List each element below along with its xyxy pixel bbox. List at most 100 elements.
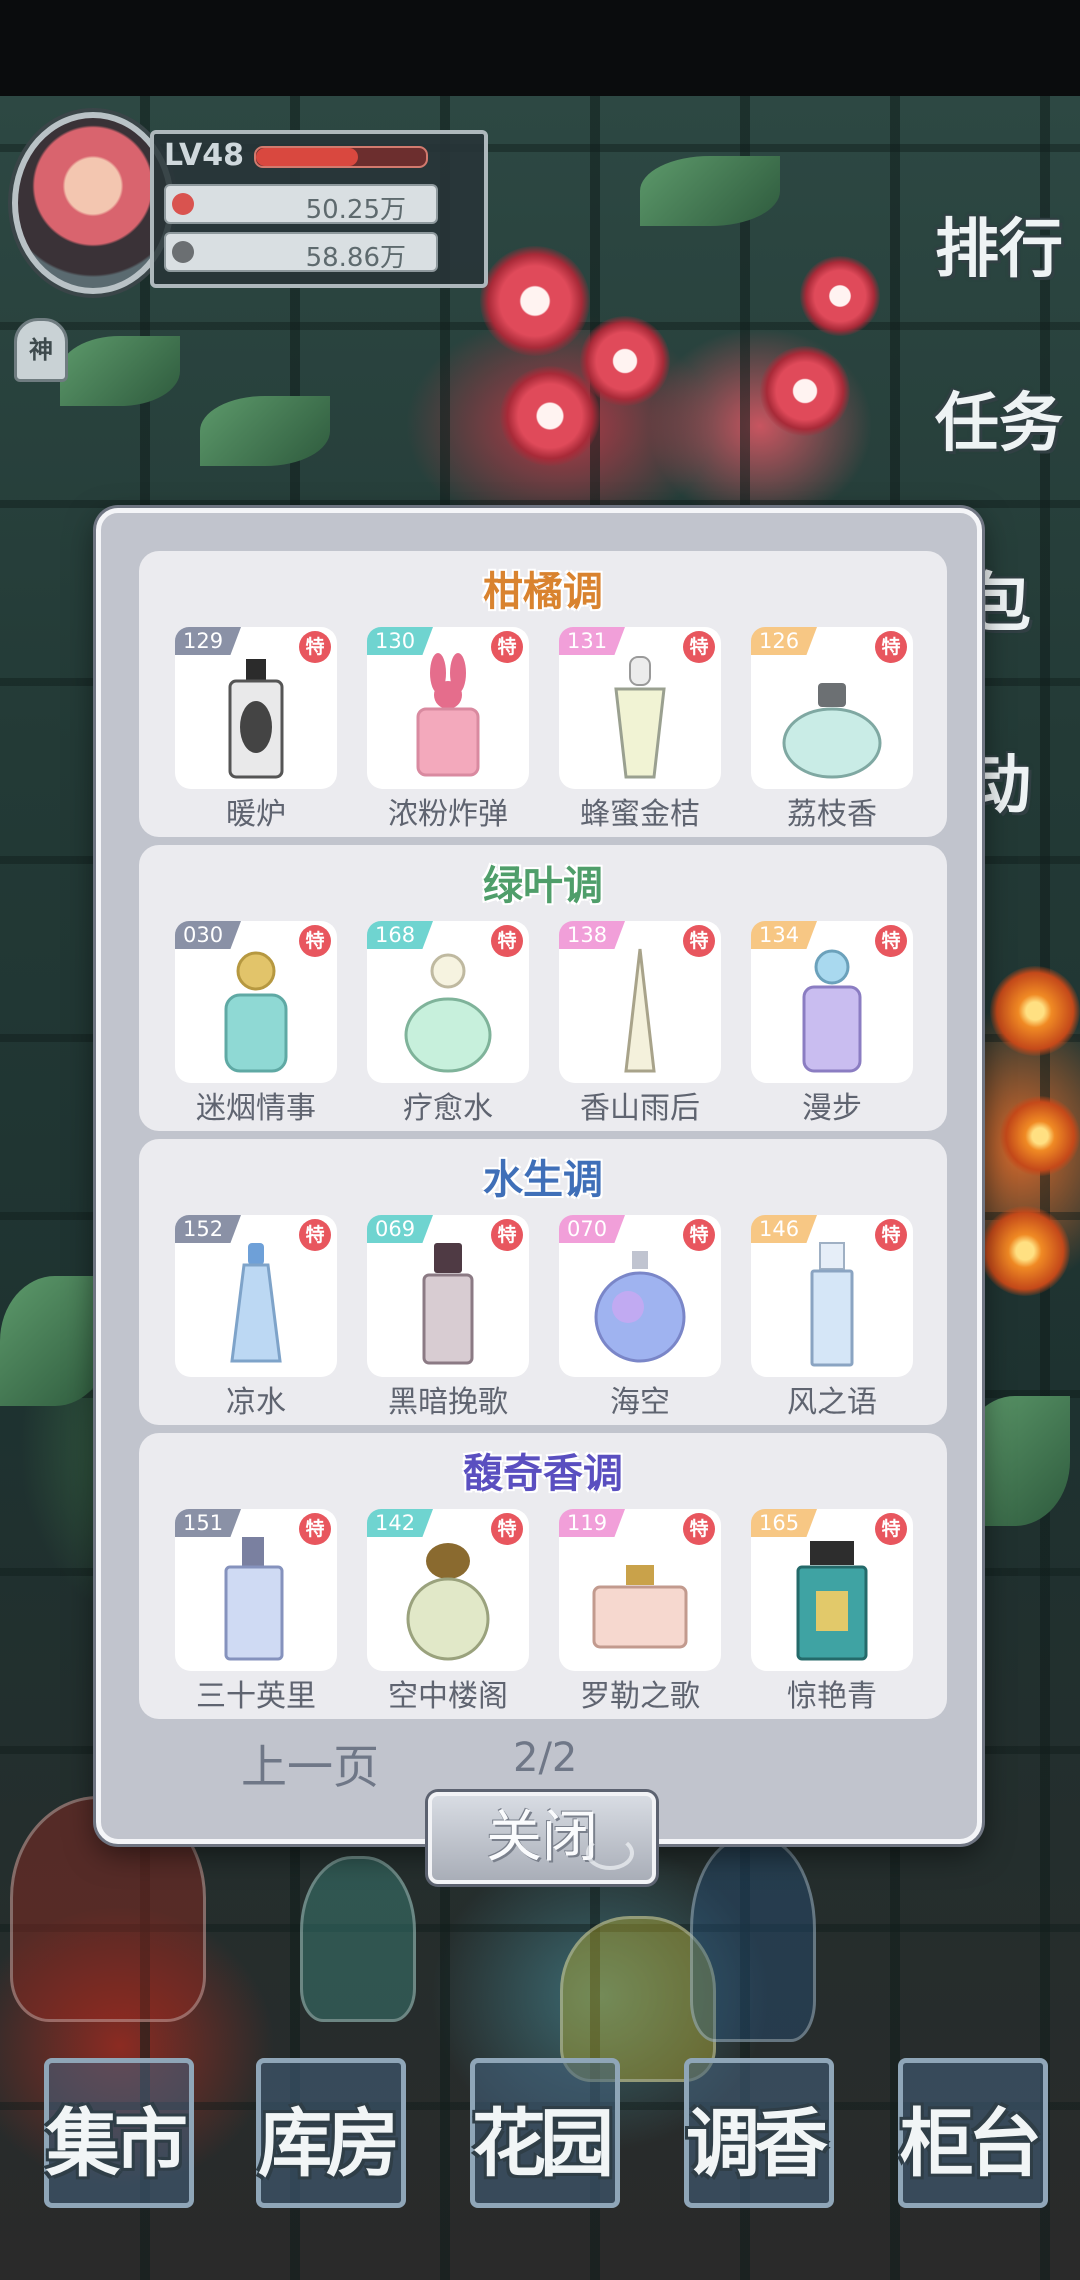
player-panel: LV48 50.25万 58.86万	[12, 112, 488, 294]
perfume-bottle-icon	[230, 1243, 282, 1363]
nav-label: 集市	[46, 2101, 188, 2187]
perfume-bottle-icon	[624, 948, 656, 1073]
perfume-bottle-icon	[592, 1565, 688, 1649]
perfume-name: 漫步	[802, 1091, 862, 1126]
nav-label: 花园	[472, 2101, 614, 2187]
perfume-bottle-icon	[224, 951, 288, 1073]
perfume-card[interactable]: 168 特	[367, 921, 529, 1083]
perfume-card[interactable]: 069 特	[367, 1215, 529, 1377]
perfume-bottle-icon	[416, 653, 480, 777]
leaf-decoration	[60, 336, 180, 406]
nav-garden-button[interactable]: 花园	[462, 2058, 620, 2220]
perfume-card[interactable]: 146 特	[751, 1215, 913, 1377]
exp-fill	[256, 148, 358, 166]
section-title: 绿叶调	[483, 862, 603, 909]
perfume-bottle-icon	[810, 1242, 854, 1367]
perfume-bottle-icon	[404, 953, 492, 1073]
perfume-name: 三十英里	[196, 1679, 316, 1714]
nav-blend-button[interactable]: 调香	[676, 2058, 834, 2220]
currency-value: 58.86万	[305, 243, 406, 273]
perfume-card[interactable]: 138 特	[559, 921, 721, 1083]
flask-decoration	[690, 1836, 816, 2042]
currency-value: 50.25万	[305, 195, 406, 225]
perfume-bottle-icon	[228, 659, 284, 779]
cloud-swirl-icon	[586, 1836, 634, 1870]
perfume-number: 142	[367, 1509, 433, 1537]
perfume-card[interactable]: 134 特	[751, 921, 913, 1083]
perfume-number: 131	[559, 627, 625, 655]
perfume-number: 134	[751, 921, 817, 949]
god-badge-button[interactable]: 神	[14, 318, 68, 382]
close-label: 关闭	[486, 1805, 598, 1870]
perfume-card[interactable]: 126 特	[751, 627, 913, 789]
perfume-number: 168	[367, 921, 433, 949]
perfume-card[interactable]: 131 特	[559, 627, 721, 789]
perfume-card[interactable]: 119 特	[559, 1509, 721, 1671]
perfume-card[interactable]: 165 特	[751, 1509, 913, 1671]
perfume-card[interactable]: 151 特	[175, 1509, 337, 1671]
ranking-button[interactable]: 排行	[924, 198, 1074, 308]
nav-label: 库房	[258, 2101, 400, 2187]
nav-label: 调香	[686, 2101, 828, 2187]
section-title: 柑橘调	[483, 568, 603, 615]
perfume-name: 疗愈水	[403, 1091, 493, 1126]
leaf-coin-icon	[172, 241, 194, 263]
perfume-bottle-icon	[594, 1251, 686, 1363]
leaf-decoration	[640, 156, 780, 226]
flower-decoration	[500, 366, 600, 466]
perfume-name: 浓粉炸弹	[388, 797, 508, 832]
perfume-number: 130	[367, 627, 433, 655]
section-aquatic: 水生调 152 特 凉水 069 特 黑暗挽歌 070 特 海空 146 特 风…	[139, 1139, 947, 1425]
perfume-collection-dialog: 柑橘调 129 特 暖炉 130 特 浓粉炸弹 131 特 蜂蜜金桔 126 特…	[96, 508, 982, 1844]
perfume-card[interactable]: 030 特	[175, 921, 337, 1083]
flask-decoration	[300, 1856, 416, 2022]
perfume-number: 126	[751, 627, 817, 655]
player-stats: LV48 50.25万 58.86万	[150, 130, 488, 288]
section-green-leaf: 绿叶调 030 特 迷烟情事 168 特 疗愈水 138 特 香山雨后 134 …	[139, 845, 947, 1131]
perfume-name: 迷烟情事	[196, 1091, 316, 1126]
section-title: 水生调	[483, 1156, 603, 1203]
perfume-number: 070	[559, 1215, 625, 1243]
flower-decoration	[760, 346, 850, 436]
perfume-name: 罗勒之歌	[580, 1679, 700, 1714]
perfume-card[interactable]: 152 特	[175, 1215, 337, 1377]
flower-decoration	[980, 1206, 1070, 1296]
perfume-name: 蜂蜜金桔	[580, 797, 700, 832]
perfume-number: 129	[175, 627, 241, 655]
perfume-bottle-icon	[422, 1243, 474, 1365]
nav-market-button[interactable]: 集市	[36, 2058, 194, 2220]
perfume-name: 香山雨后	[580, 1091, 700, 1126]
perfume-bottle-icon	[782, 683, 882, 779]
perfume-name: 暖炉	[226, 797, 286, 832]
nav-label: 柜台	[900, 2101, 1042, 2187]
player-level: LV48	[164, 138, 244, 173]
perfume-number: 138	[559, 921, 625, 949]
perfume-card[interactable]: 070 特	[559, 1215, 721, 1377]
flower-decoration	[800, 256, 880, 336]
currency-display: 58.86万	[164, 232, 438, 273]
nav-warehouse-button[interactable]: 库房	[248, 2058, 406, 2220]
section-title: 馥奇香调	[463, 1450, 623, 1497]
flower-decoration	[1000, 1096, 1080, 1176]
leaf-decoration	[0, 1276, 110, 1406]
perfume-name: 荔枝香	[787, 797, 877, 832]
previous-page-button[interactable]: 上一页	[241, 1731, 379, 1797]
perfume-name: 海空	[610, 1385, 670, 1420]
heart-coin-icon	[172, 193, 194, 215]
page-indicator: 2/2	[513, 1735, 578, 1781]
exp-bar	[254, 146, 428, 168]
flower-decoration	[990, 966, 1080, 1056]
close-button[interactable]: 关闭	[428, 1792, 656, 1884]
nav-counter-button[interactable]: 柜台	[890, 2058, 1048, 2220]
perfume-number: 119	[559, 1509, 625, 1537]
perfume-number: 151	[175, 1509, 241, 1537]
perfume-card[interactable]: 130 特	[367, 627, 529, 789]
perfume-bottle-icon	[614, 656, 666, 779]
perfume-bottle-icon	[802, 949, 862, 1073]
perfume-name: 黑暗挽歌	[388, 1385, 508, 1420]
perfume-card[interactable]: 142 特	[367, 1509, 529, 1671]
section-citrus: 柑橘调 129 特 暖炉 130 特 浓粉炸弹 131 特 蜂蜜金桔 126 特…	[139, 551, 947, 837]
perfume-number: 069	[367, 1215, 433, 1243]
task-button[interactable]: 任务	[924, 372, 1074, 482]
perfume-card[interactable]: 129 特	[175, 627, 337, 789]
